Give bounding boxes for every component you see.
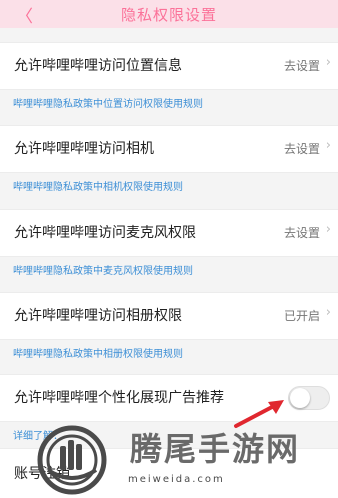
permission-row-camera[interactable]: 允许哔哩哔哩访问相机 去设置 › [0,125,338,173]
permission-label: 允许哔哩哔哩访问相册权限 [14,308,182,324]
permission-row-location[interactable]: 允许哔哩哔哩访问位置信息 去设置 › [0,42,338,90]
rule-link-album[interactable]: 哔哩哔哩隐私政策中相册权限使用规则 [13,345,183,360]
permission-label: 允许哔哩哔哩访问麦克风权限 [14,225,196,241]
permission-status: 已开启 [283,309,320,323]
chevron-right-icon: › [325,305,331,320]
toggle-knob [290,388,310,408]
chevron-right-icon: › [325,138,331,153]
watermark-text: 腾尾手游网 [130,430,301,468]
chevron-right-icon: › [325,222,331,237]
permission-status: 去设置 [283,226,320,240]
rule-link-location[interactable]: 哔哩哔哩隐私政策中位置访问权限使用规则 [13,95,203,110]
permission-label: 允许哔哩哔哩访问位置信息 [14,58,182,74]
watermark: 腾尾手游网 meiweida.com [18,424,338,497]
rule-link-camera[interactable]: 哔哩哔哩隐私政策中相机权限使用规则 [13,178,183,193]
watermark-url: meiweida.com [128,474,225,485]
permission-label: 允许哔哩哔哩访问相机 [14,141,154,157]
ad-personalization-toggle[interactable] [288,386,330,410]
chevron-right-icon: › [325,55,331,70]
permission-row-album[interactable]: 允许哔哩哔哩访问相册权限 已开启 › [0,292,338,340]
watermark-logo-icon [37,425,107,495]
top-bar: 〈 隐私权限设置 [0,0,338,28]
page-title: 隐私权限设置 [120,6,217,24]
permission-status: 去设置 [283,59,320,73]
ad-personalization-label: 允许哔哩哔哩个性化展现广告推荐 [14,390,224,406]
permission-row-microphone[interactable]: 允许哔哩哔哩访问麦克风权限 去设置 › [0,209,338,257]
rule-link-microphone[interactable]: 哔哩哔哩隐私政策中麦克风权限使用规则 [13,262,193,277]
permission-status: 去设置 [283,142,320,156]
